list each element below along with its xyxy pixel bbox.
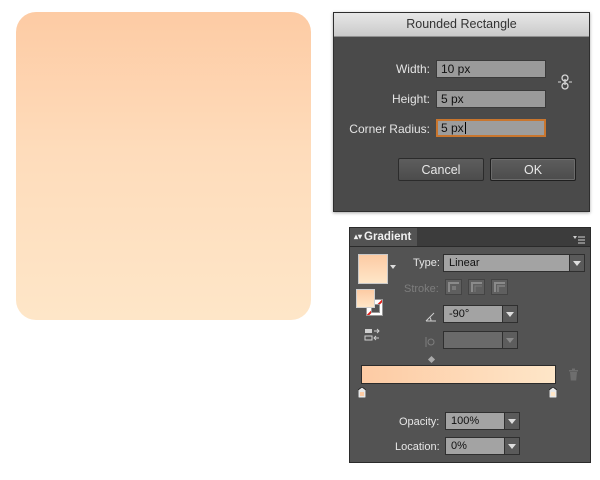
chevron-down-icon [504, 438, 519, 454]
rounded-rectangle-shape[interactable] [16, 12, 311, 320]
opacity-select[interactable]: 100% [445, 412, 520, 430]
gradient-panel: ▴▾ Gradient Type: Linear Stroke: -90° Op… [349, 227, 591, 463]
swatch-dropdown-icon[interactable] [390, 265, 396, 269]
chain-link-icon[interactable] [558, 74, 572, 90]
type-label: Type: [413, 257, 440, 269]
location-label: Location: [395, 441, 440, 453]
gradient-midpoint-slider[interactable] [427, 355, 436, 364]
gradient-stop-end[interactable] [548, 385, 558, 399]
width-input[interactable]: 10 px [436, 60, 546, 78]
angle-value: -90° [449, 308, 470, 320]
stroke-across-button [491, 279, 508, 295]
type-value: Linear [449, 257, 480, 269]
chevron-down-icon [569, 255, 584, 271]
opacity-value: 100% [451, 415, 480, 427]
corner-radius-input[interactable]: 5 px [436, 119, 546, 137]
corner-radius-value: 5 px [441, 121, 464, 135]
panel-menu-icon[interactable] [573, 232, 585, 244]
chevron-down-icon [502, 306, 517, 322]
gradient-tab-label: Gradient [364, 231, 412, 243]
gradient-tab[interactable]: ▴▾ Gradient [350, 228, 418, 246]
type-select[interactable]: Linear [443, 254, 585, 272]
width-label: Width: [395, 62, 430, 76]
rounded-rectangle-dialog: Rounded Rectangle Width: 10 px Height: 5… [333, 12, 590, 212]
stroke-label: Stroke: [404, 283, 439, 295]
location-select[interactable]: 0% [445, 437, 520, 455]
stroke-along-button [468, 279, 485, 295]
fill-swatch[interactable] [356, 289, 375, 308]
gradient-ramp[interactable] [361, 365, 556, 384]
collapse-arrows-icon: ▴▾ [354, 232, 363, 241]
cancel-button[interactable]: Cancel [398, 158, 484, 181]
height-input[interactable]: 5 px [436, 90, 546, 108]
ok-button[interactable]: OK [490, 158, 576, 181]
trash-icon [568, 368, 579, 381]
gradient-stop-start[interactable] [357, 385, 367, 399]
chevron-down-icon [504, 413, 519, 429]
aspect-ratio-value [444, 334, 449, 346]
corner-radius-label: Corner Radius: [349, 122, 430, 136]
height-label: Height: [391, 92, 430, 106]
panel-header: ▴▾ Gradient [350, 228, 590, 247]
aspect-ratio-icon [425, 335, 437, 347]
aspect-ratio-select [443, 331, 518, 349]
stroke-within-button [445, 279, 462, 295]
dialog-title: Rounded Rectangle [334, 13, 589, 37]
text-caret [464, 122, 466, 134]
location-value: 0% [451, 440, 467, 452]
fill-stroke-indicator[interactable] [356, 289, 388, 319]
reverse-gradient-icon[interactable] [364, 328, 380, 342]
opacity-label: Opacity: [399, 416, 440, 428]
angle-select[interactable]: -90° [443, 305, 518, 323]
angle-icon [425, 309, 437, 322]
chevron-down-icon [502, 332, 517, 348]
gradient-swatch[interactable] [358, 254, 388, 284]
